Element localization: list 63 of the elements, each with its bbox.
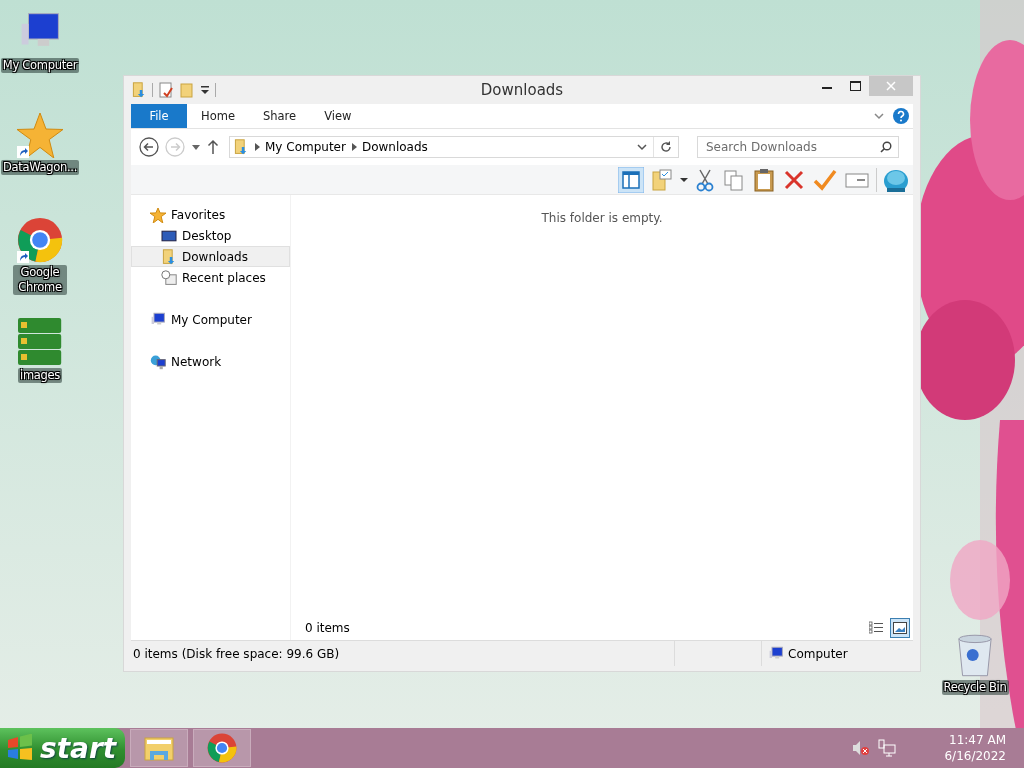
status-text: 0 items (Disk free space: 99.6 GB) bbox=[133, 646, 340, 661]
recent-places-icon bbox=[161, 269, 177, 286]
folder-icon bbox=[144, 734, 174, 762]
expand-ribbon-icon[interactable] bbox=[873, 110, 885, 122]
chrome-icon bbox=[17, 217, 63, 263]
desktop-icon-label[interactable]: images bbox=[18, 368, 62, 383]
folder-check-icon[interactable] bbox=[650, 167, 674, 192]
desktop-icon-label[interactable]: Recycle Bin bbox=[941, 680, 1009, 695]
help-icon[interactable] bbox=[893, 108, 909, 124]
preview-pane-icon[interactable] bbox=[618, 166, 644, 193]
chevron-right-icon bbox=[350, 143, 357, 151]
empty-folder-message: This folder is empty. bbox=[541, 211, 663, 225]
up-arrow-icon[interactable] bbox=[207, 139, 219, 155]
close-icon bbox=[886, 81, 896, 91]
file-menu-tab[interactable]: File bbox=[131, 104, 187, 128]
dropdown-icon[interactable] bbox=[680, 176, 688, 183]
chrome-icon bbox=[207, 733, 237, 763]
nav-pane-item[interactable]: My Computer bbox=[131, 309, 290, 330]
chrome-taskbar-button[interactable] bbox=[193, 729, 251, 767]
network-icon bbox=[150, 353, 166, 370]
dropdown-icon[interactable] bbox=[637, 143, 647, 151]
clock-time[interactable]: 11:47 AM bbox=[949, 732, 1006, 748]
folder-icon bbox=[161, 248, 177, 265]
maximize-icon[interactable] bbox=[849, 81, 861, 91]
search-field[interactable]: Search Downloads bbox=[697, 136, 899, 158]
chevron-right-icon bbox=[254, 143, 260, 151]
start-button[interactable]: start bbox=[0, 728, 125, 768]
file-explorer-taskbar-button[interactable] bbox=[130, 729, 188, 767]
ribbon-tab[interactable]: View bbox=[310, 104, 366, 128]
address-field[interactable]: My Computer Downloads bbox=[229, 136, 679, 158]
scissors-icon[interactable] bbox=[694, 167, 716, 192]
nav-pane-item[interactable]: Recent places bbox=[131, 267, 290, 288]
star-icon bbox=[150, 206, 166, 223]
nav-pane-item[interactable]: Downloads bbox=[131, 246, 290, 267]
status-location: Computer bbox=[788, 646, 848, 661]
search-icon bbox=[880, 141, 892, 153]
folder-icon bbox=[233, 139, 249, 155]
nav-pane-item[interactable]: Desktop bbox=[131, 225, 290, 246]
item-count: 0 items bbox=[304, 621, 350, 635]
desktop-icon-label[interactable]: My Computer bbox=[0, 58, 80, 73]
thumbnails-view-button[interactable] bbox=[890, 618, 910, 638]
clipboard-icon[interactable] bbox=[752, 167, 776, 192]
back-icon[interactable] bbox=[139, 137, 159, 157]
recent-locations-icon[interactable] bbox=[191, 142, 201, 152]
nav-pane-item[interactable]: Favorites bbox=[131, 204, 290, 225]
ribbon-tab[interactable]: Home bbox=[187, 104, 249, 128]
checkmark-icon[interactable] bbox=[812, 167, 838, 192]
desktop-icon-label[interactable]: DataWagon... bbox=[0, 160, 80, 175]
details-list-icon bbox=[869, 621, 883, 635]
refresh-icon[interactable] bbox=[660, 141, 672, 153]
network-icon[interactable] bbox=[878, 739, 897, 757]
clock-date[interactable]: 6/16/2022 bbox=[944, 748, 1006, 764]
window-title: Downloads bbox=[480, 81, 564, 99]
image-thumbnails-icon bbox=[18, 318, 62, 366]
desktop-icon-label[interactable]: Google Chrome bbox=[13, 265, 67, 295]
muted-speaker-icon[interactable] bbox=[852, 740, 871, 756]
windows-flag-icon bbox=[6, 734, 34, 762]
ribbon-tab[interactable]: Share bbox=[248, 104, 311, 128]
thumbnail-icon bbox=[893, 622, 907, 634]
folder-icon bbox=[131, 82, 147, 98]
nav-pane-item[interactable]: Network bbox=[131, 351, 290, 372]
properties-icon[interactable] bbox=[158, 82, 174, 98]
star-icon bbox=[17, 112, 63, 158]
